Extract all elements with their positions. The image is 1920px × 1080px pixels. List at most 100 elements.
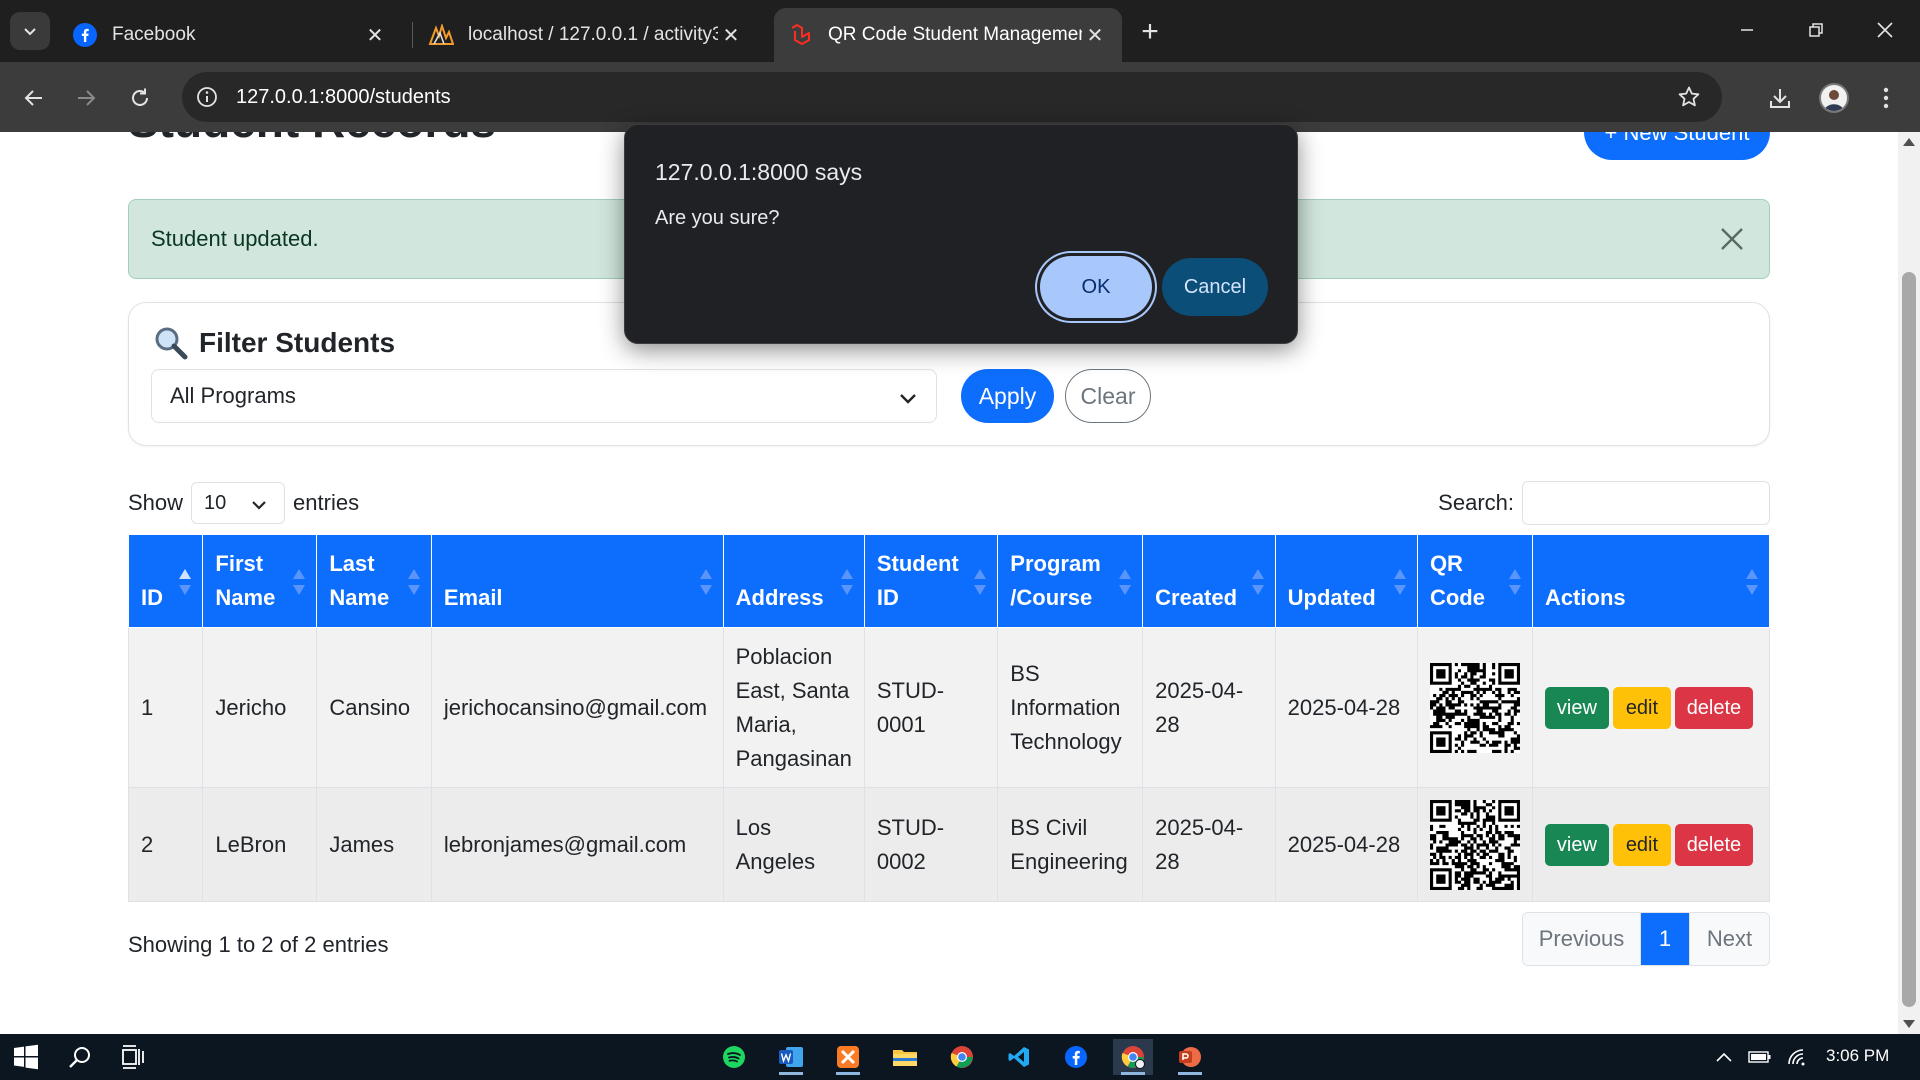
dialog-message: Are you sure?: [655, 207, 780, 229]
bookmark-star-icon[interactable]: [1674, 82, 1704, 112]
column-header-program[interactable]: Program /Course: [997, 534, 1144, 628]
browser-menu-button[interactable]: [1866, 78, 1906, 118]
page-scrollbar[interactable]: [1898, 132, 1920, 1034]
cell-address: Poblacion East, Santa Maria, Pangasinan: [722, 627, 865, 788]
taskbar-chrome[interactable]: [942, 1039, 982, 1075]
taskbar-chrome-profile[interactable]: [1113, 1039, 1153, 1075]
tray-wifi[interactable]: [1786, 1046, 1810, 1068]
sort-icon: [1393, 569, 1406, 595]
column-header-address[interactable]: Address: [722, 534, 865, 628]
windows-logo-icon: [14, 1044, 38, 1070]
running-indicator: [1178, 1072, 1202, 1075]
header-label: Last Name: [329, 551, 390, 610]
page-title: Student Records: [128, 132, 496, 148]
tab-qr-student-management[interactable]: QR Code Student Management ✕: [774, 8, 1122, 62]
tab-close-icon[interactable]: ✕: [362, 22, 388, 48]
cell-program: BS Civil Engineering: [997, 787, 1144, 902]
tab-close-icon[interactable]: ✕: [718, 22, 744, 48]
column-header-created[interactable]: Created: [1142, 534, 1276, 628]
forward-button[interactable]: [66, 78, 106, 118]
pagination-previous[interactable]: Previous: [1523, 913, 1641, 965]
taskbar-facebook[interactable]: [1056, 1039, 1096, 1075]
reload-button[interactable]: [120, 78, 160, 118]
scroll-down-icon[interactable]: [1903, 1020, 1915, 1028]
apply-button[interactable]: Apply: [961, 369, 1054, 423]
edit-button[interactable]: edit: [1612, 686, 1671, 729]
tab-close-icon[interactable]: ✕: [1082, 22, 1108, 48]
downloads-button[interactable]: [1760, 78, 1800, 118]
taskbar-xampp[interactable]: [828, 1039, 868, 1075]
tab-search-button[interactable]: [10, 12, 50, 50]
close-window-button[interactable]: [1862, 10, 1908, 50]
table-search: Search:: [1438, 480, 1770, 526]
restore-button[interactable]: [1793, 10, 1839, 50]
column-header-email[interactable]: Email: [430, 534, 724, 628]
header-label: Program /Course: [1010, 551, 1101, 610]
scroll-up-icon[interactable]: [1903, 138, 1915, 146]
taskbar-word[interactable]: [771, 1039, 811, 1075]
close-icon[interactable]: [1717, 224, 1747, 254]
view-button[interactable]: view: [1544, 823, 1609, 866]
task-view-button[interactable]: [114, 1039, 154, 1075]
address-bar[interactable]: 127.0.0.1:8000/students: [182, 72, 1722, 122]
back-button[interactable]: [14, 78, 54, 118]
tab-facebook[interactable]: Facebook ✕: [58, 8, 402, 62]
search-input[interactable]: [1522, 481, 1770, 525]
column-header-actions[interactable]: Actions: [1531, 534, 1771, 628]
clear-button[interactable]: Clear: [1065, 369, 1151, 423]
tray-overflow-button[interactable]: [1712, 1046, 1736, 1068]
chrome-profile-icon: [1121, 1046, 1145, 1069]
entries-length-select[interactable]: 10: [191, 482, 286, 524]
scrollbar-thumb[interactable]: [1902, 272, 1916, 1007]
header-label: First Name: [215, 551, 276, 610]
minimize-button[interactable]: [1724, 10, 1770, 50]
pagination-page-1[interactable]: 1: [1641, 913, 1689, 965]
tray-battery[interactable]: [1748, 1046, 1772, 1068]
cell-program: BS Information Technology: [997, 627, 1144, 788]
site-info-icon[interactable]: [192, 82, 222, 112]
dialog-title: 127.0.0.1:8000 says: [655, 159, 863, 185]
table-info: Showing 1 to 2 of 2 entries: [128, 932, 389, 957]
cell-student-id: STUD-0001: [863, 627, 999, 788]
confirm-dialog: 127.0.0.1:8000 says Are you sure? OK Can…: [624, 124, 1298, 344]
edit-button[interactable]: edit: [1612, 823, 1671, 866]
delete-button[interactable]: delete: [1674, 823, 1753, 866]
chevron-down-icon: [900, 394, 916, 404]
arrow-left-icon: [24, 90, 42, 106]
cell-last-name: James: [316, 787, 432, 902]
file-explorer-icon: [893, 1050, 917, 1066]
column-header-updated[interactable]: Updated: [1274, 534, 1418, 628]
cancel-button[interactable]: Cancel: [1162, 258, 1268, 316]
start-button[interactable]: [6, 1039, 46, 1075]
sort-icon: [179, 569, 192, 595]
program-select[interactable]: All Programs: [151, 369, 937, 423]
header-label: Email: [443, 585, 503, 610]
profile-button[interactable]: [1814, 78, 1854, 118]
browser-toolbar: 127.0.0.1:8000/students: [0, 62, 1920, 132]
taskbar-spotify[interactable]: [714, 1039, 754, 1075]
taskbar-vscode[interactable]: [999, 1039, 1039, 1075]
ok-button[interactable]: OK: [1040, 256, 1152, 318]
taskbar-powerpoint[interactable]: [1170, 1039, 1210, 1075]
sort-icon: [1119, 569, 1132, 595]
search-button[interactable]: [60, 1039, 100, 1075]
column-header-id[interactable]: ID: [127, 534, 204, 628]
delete-button[interactable]: delete: [1674, 686, 1753, 729]
column-header-qr-code[interactable]: QR Code: [1416, 534, 1533, 628]
column-header-student-id[interactable]: Student ID: [863, 534, 999, 628]
taskbar-clock[interactable]: 3:06 PM: [1826, 1046, 1889, 1066]
browser-tab-strip: Facebook ✕ localhost / 127.0.0.1 / activ…: [0, 0, 1920, 62]
tab-phpmyadmin[interactable]: localhost / 127.0.0.1 / activity3_ ✕: [414, 8, 758, 62]
cell-actions: view edit delete: [1531, 787, 1771, 902]
column-header-last-name[interactable]: Last Name: [316, 534, 432, 628]
cell-first-name: LeBron: [202, 787, 318, 902]
pagination-next[interactable]: Next: [1689, 913, 1769, 965]
header-label: Student ID: [876, 551, 959, 610]
new-tab-button[interactable]: +: [1132, 14, 1168, 50]
view-button[interactable]: view: [1544, 686, 1609, 729]
column-header-first-name[interactable]: First Name: [202, 534, 318, 628]
new-student-button[interactable]: + New Student: [1584, 132, 1770, 160]
filter-title: Filter Students: [153, 325, 395, 361]
taskbar-file-explorer[interactable]: [885, 1039, 925, 1075]
cell-created: 2025-04-28: [1142, 787, 1276, 902]
